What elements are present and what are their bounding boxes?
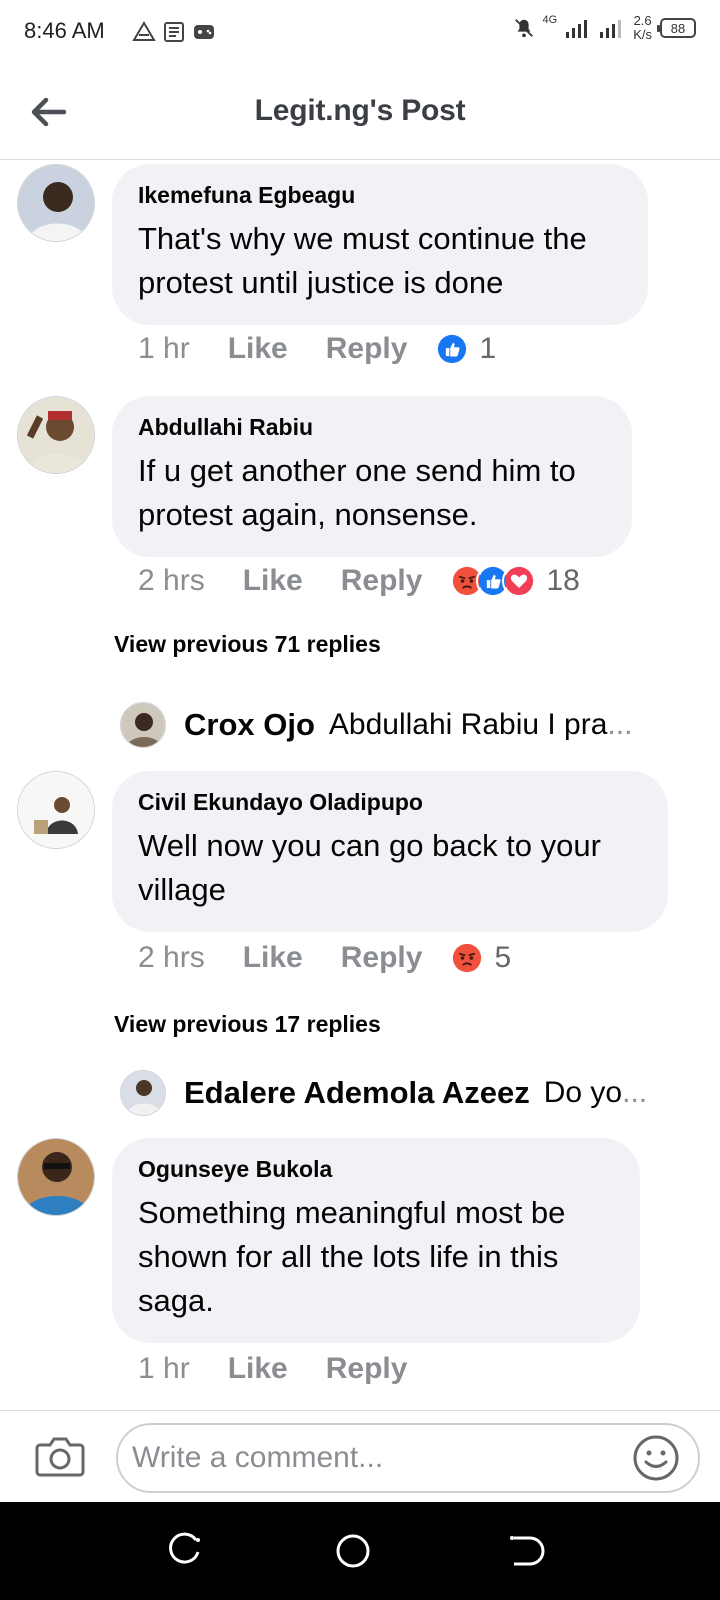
comment-time[interactable]: 1 hr xyxy=(138,1352,190,1386)
reply-text: Do yo xyxy=(543,1076,623,1109)
comment-meta: 1 hr Like Reply 1 xyxy=(138,332,496,366)
reaction-count: 5 xyxy=(494,941,512,974)
reply-author: Crox Ojo xyxy=(184,707,315,742)
reply-avatar xyxy=(120,1070,166,1116)
comment-meta: 2 hrs Like Reply 18 xyxy=(138,564,580,598)
reply-button[interactable]: Reply xyxy=(326,332,408,366)
comment-text: If u get another one send him to protest… xyxy=(138,453,576,532)
comment-author[interactable]: Civil Ekundayo Oladipupo xyxy=(138,789,642,816)
like-button[interactable]: Like xyxy=(243,564,303,598)
status-bar: 8:46 AM 4G 2.6 K/s 88 xyxy=(0,0,720,64)
back-nav-icon[interactable] xyxy=(500,1528,546,1574)
reply-ellipsis: ... xyxy=(622,1076,648,1109)
reply-author: Edalere Ademola Azeez xyxy=(184,1075,530,1110)
comment-time[interactable]: 2 hrs xyxy=(138,941,205,975)
comment-meta: 2 hrs Like Reply 5 xyxy=(138,941,511,975)
comment-bubble[interactable]: Ogunseye Bukola Something meaningful mos… xyxy=(112,1138,640,1343)
page-title: Legit.ng's Post xyxy=(254,94,466,127)
love-reaction-icon xyxy=(502,564,537,598)
avatar[interactable] xyxy=(17,396,95,474)
reply-button[interactable]: Reply xyxy=(326,1352,408,1386)
reactions[interactable]: 18 xyxy=(450,564,580,598)
recent-apps-icon[interactable] xyxy=(162,1528,208,1574)
avatar[interactable] xyxy=(17,771,95,849)
avatar-image xyxy=(121,1071,165,1115)
comment-author[interactable]: Ogunseye Bukola xyxy=(138,1156,614,1183)
comment-bubble[interactable]: Ikemefuna Egbeagu That's why we must con… xyxy=(112,164,648,325)
comment-author[interactable]: Abdullahi Rabiu xyxy=(138,414,606,441)
comment-text: That's why we must continue the protest … xyxy=(138,221,587,300)
comment-time[interactable]: 1 hr xyxy=(138,332,190,366)
view-previous-replies[interactable]: View previous 71 replies xyxy=(114,631,381,658)
reply-avatar xyxy=(120,702,166,748)
comment-input[interactable] xyxy=(116,1423,700,1493)
view-previous-replies[interactable]: View previous 17 replies xyxy=(114,1011,381,1038)
home-icon[interactable] xyxy=(330,1528,376,1574)
comment-text: Something meaningful most be shown for a… xyxy=(138,1195,566,1318)
reaction-count: 18 xyxy=(546,564,580,597)
news-icon xyxy=(164,22,184,42)
like-button[interactable]: Like xyxy=(228,332,288,366)
avatar-image xyxy=(18,1139,94,1215)
gamepad-icon xyxy=(194,25,214,39)
status-notification-icons xyxy=(132,20,216,44)
like-button[interactable]: Like xyxy=(228,1352,288,1386)
reply-ellipsis: ... xyxy=(607,708,633,741)
comment-bubble[interactable]: Civil Ekundayo Oladipupo Well now you ca… xyxy=(112,771,668,932)
avatar-image xyxy=(18,165,94,241)
mute-icon xyxy=(514,19,533,38)
comment-bubble[interactable]: Abdullahi Rabiu If u get another one sen… xyxy=(112,396,632,557)
comment-time[interactable]: 2 hrs xyxy=(138,564,205,598)
network-speed: 2.6 K/s xyxy=(633,13,652,42)
avatar[interactable] xyxy=(17,164,95,242)
reaction-count: 1 xyxy=(479,332,497,365)
status-time: 8:46 AM xyxy=(24,18,105,43)
avatar-image xyxy=(121,703,165,747)
like-reaction-icon xyxy=(435,332,470,366)
like-button[interactable]: Like xyxy=(243,941,303,975)
warning-icon xyxy=(132,21,156,41)
reactions[interactable]: 5 xyxy=(450,941,511,975)
signal-icon xyxy=(566,20,588,38)
comment-author[interactable]: Ikemefuna Egbeagu xyxy=(138,182,622,209)
camera-icon[interactable] xyxy=(34,1433,86,1479)
reply-preview[interactable]: Edalere Ademola Azeez Do yo ... xyxy=(120,1068,680,1118)
angry-reaction-icon xyxy=(450,941,485,975)
avatar-image xyxy=(18,772,94,848)
comment-meta: 1 hr Like Reply xyxy=(138,1352,445,1386)
system-nav-bar xyxy=(0,1502,720,1600)
emoji-icon[interactable] xyxy=(632,1434,680,1482)
status-system-icons: 4G 2.6 K/s 88 xyxy=(513,14,696,42)
battery-icon: 88 xyxy=(657,18,696,38)
reactions[interactable]: 1 xyxy=(435,332,496,366)
reply-preview[interactable]: Crox Ojo Abdullahi Rabiu I pra ... xyxy=(120,700,680,750)
avatar[interactable] xyxy=(17,1138,95,1216)
comment-composer xyxy=(0,1410,720,1502)
reply-button[interactable]: Reply xyxy=(341,564,423,598)
reply-button[interactable]: Reply xyxy=(341,941,423,975)
avatar-image xyxy=(18,397,94,473)
reply-text: Abdullahi Rabiu I pra xyxy=(328,708,608,741)
network-type: 4G xyxy=(542,14,558,26)
signal-2-icon xyxy=(600,20,622,38)
post-header: Legit.ng's Post xyxy=(0,64,720,160)
comment-text: Well now you can go back to your village xyxy=(138,828,601,907)
